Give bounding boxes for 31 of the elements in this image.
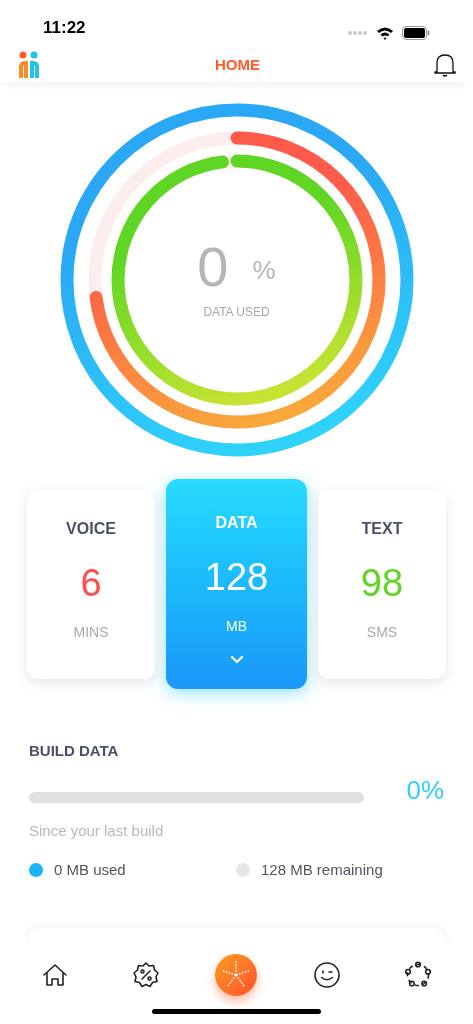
plan-amount: 98 <box>360 561 404 606</box>
plan-unit: SMS <box>366 623 398 642</box>
percent-badge-icon <box>131 961 160 989</box>
plan-unit: MINS <box>73 623 109 642</box>
wifi-icon <box>376 26 394 40</box>
wink-face-icon <box>313 961 342 989</box>
signal-icon <box>348 30 368 36</box>
status-time: 11:22 <box>43 16 86 39</box>
legend-label: 128 MB remaining <box>261 859 383 880</box>
circle-of-dots-icon <box>403 961 432 989</box>
plan-card[interactable]: VOICE 6 MINS <box>27 489 155 679</box>
progress-caption: Since your last build <box>29 821 165 841</box>
plan-title: TEXT <box>361 519 403 539</box>
usage-unit: % <box>252 254 276 287</box>
plan-unit: MB <box>226 617 247 636</box>
chevron-down-icon <box>229 655 244 664</box>
plan-card[interactable]: TEXT 98 SMS <box>318 489 446 679</box>
plan-title: VOICE <box>66 519 116 539</box>
plan-amount: 6 <box>80 561 102 606</box>
plan-title: DATA <box>215 513 258 533</box>
legend-label: 0 MB used <box>54 859 126 880</box>
app-logo <box>17 51 41 79</box>
home-icon <box>41 962 70 988</box>
battery-icon <box>402 26 430 40</box>
plan-amount: 128 <box>204 555 269 600</box>
usage-value: 0 <box>197 239 229 295</box>
page-title: HOME <box>215 54 260 75</box>
progress-percent: 0% <box>406 774 444 807</box>
usage-label: DATA USED <box>203 304 270 321</box>
bell-icon[interactable] <box>434 52 456 78</box>
section-title: BUILD DATA <box>29 742 119 759</box>
